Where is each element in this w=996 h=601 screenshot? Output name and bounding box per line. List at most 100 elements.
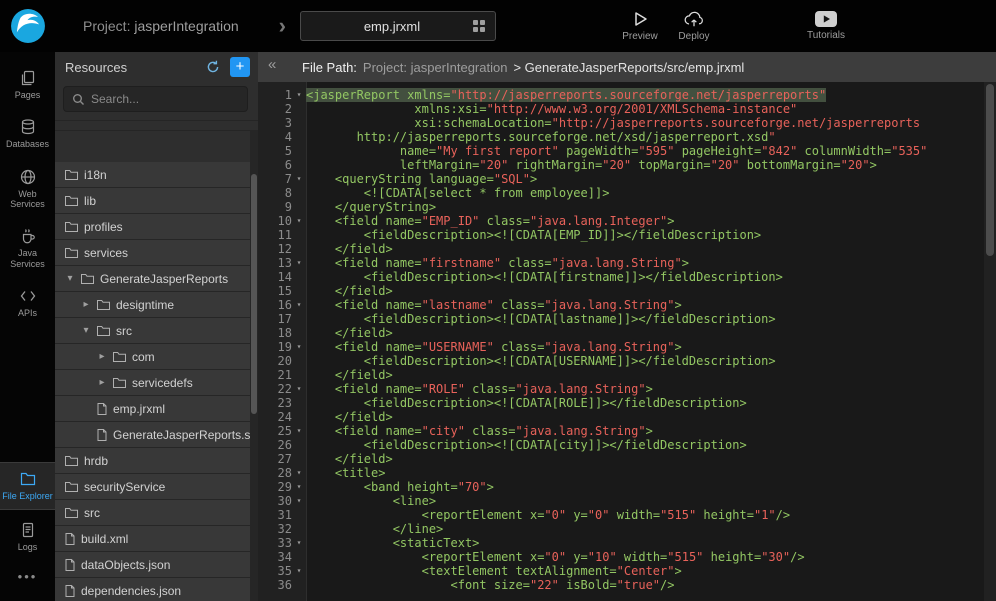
tree-item-generatejasperreports-s[interactable]: GenerateJasperReports.s — [55, 422, 250, 448]
code-line[interactable]: 21 </field> — [258, 368, 996, 382]
code-line[interactable]: 8 <![CDATA[select * from employee]]> — [258, 186, 996, 200]
code-line[interactable]: 17 <fieldDescription><![CDATA[lastname]]… — [258, 312, 996, 326]
fold-toggle-icon[interactable]: ▾ — [292, 256, 306, 270]
code-line[interactable]: 29▾ <band height="70"> — [258, 480, 996, 494]
tree-item-dataobjects-json[interactable]: dataObjects.json — [55, 552, 250, 578]
tree-item-profiles[interactable]: profiles — [55, 214, 250, 240]
caret-down-icon[interactable]: ▾ — [65, 273, 75, 284]
code-text: <font size="22" isBold="true"/> — [306, 578, 674, 592]
code-line[interactable]: 6 leftMargin="20" rightMargin="20" topMa… — [258, 158, 996, 172]
code-line[interactable]: 12 </field> — [258, 242, 996, 256]
code-line[interactable]: 14 <fieldDescription><![CDATA[firstname]… — [258, 270, 996, 284]
fold-toggle-icon[interactable]: ▾ — [292, 172, 306, 186]
grid-view-icon[interactable] — [473, 20, 485, 32]
fold-toggle-icon[interactable]: ▾ — [292, 424, 306, 438]
line-number: 14 — [258, 270, 292, 284]
code-line[interactable]: 11 <fieldDescription><![CDATA[EMP_ID]]><… — [258, 228, 996, 242]
code-line[interactable]: 36 <font size="22" isBold="true"/> — [258, 578, 996, 592]
nav-java-services[interactable]: Java Services — [0, 220, 55, 276]
nav-pages[interactable]: Pages — [0, 62, 55, 107]
editor-scrollbar[interactable] — [984, 82, 996, 601]
code-line[interactable]: 33▾ <staticText> — [258, 536, 996, 550]
tree-scrollbar[interactable] — [250, 130, 258, 601]
deploy-button[interactable]: Deploy — [674, 10, 714, 42]
code-line[interactable]: 35▾ <textElement textAlignment="Center"> — [258, 564, 996, 578]
code-line[interactable]: 23 <fieldDescription><![CDATA[ROLE]]></f… — [258, 396, 996, 410]
code-line[interactable]: 10▾ <field name="EMP_ID" class="java.lan… — [258, 214, 996, 228]
nav-apis[interactable]: APIs — [0, 280, 55, 325]
code-editor[interactable]: 1▾<jasperReport xmlns="http://jasperrepo… — [258, 82, 996, 601]
tutorials-button[interactable]: Tutorials — [806, 11, 846, 41]
open-file-tab[interactable]: emp.jrxml — [300, 11, 496, 41]
code-line[interactable]: 15 </field> — [258, 284, 996, 298]
code-line[interactable]: 3 xsi:schemaLocation="http://jasperrepor… — [258, 116, 996, 130]
code-line[interactable]: 13▾ <field name="firstname" class="java.… — [258, 256, 996, 270]
collapse-panel-icon[interactable]: « — [262, 56, 282, 73]
tree-item-src[interactable]: src — [55, 500, 250, 526]
code-line[interactable]: 32 </line> — [258, 522, 996, 536]
code-line[interactable]: 16▾ <field name="lastname" class="java.l… — [258, 298, 996, 312]
editor-scrollbar-thumb[interactable] — [986, 84, 994, 256]
code-line[interactable]: 20 <fieldDescription><![CDATA[USERNAME]]… — [258, 354, 996, 368]
code-line[interactable]: 1▾<jasperReport xmlns="http://jasperrepo… — [258, 88, 996, 102]
tree-item-securityservice[interactable]: securityService — [55, 474, 250, 500]
tree-item-dependencies-json[interactable]: dependencies.json — [55, 578, 250, 601]
code-line[interactable]: 19▾ <field name="USERNAME" class="java.l… — [258, 340, 996, 354]
tree-item-hrdb[interactable]: hrdb — [55, 448, 250, 474]
fold-toggle-icon[interactable]: ▾ — [292, 480, 306, 494]
code-line[interactable]: 31 <reportElement x="0" y="0" width="515… — [258, 508, 996, 522]
code-line[interactable]: 28▾ <title> — [258, 466, 996, 480]
tree-item-services[interactable]: services — [55, 240, 250, 266]
caret-right-icon[interactable]: ▸ — [97, 351, 107, 362]
fold-toggle-icon[interactable]: ▾ — [292, 494, 306, 508]
code-line[interactable]: 7▾ <queryString language="SQL"> — [258, 172, 996, 186]
fold-toggle-icon[interactable]: ▾ — [292, 564, 306, 578]
tree-item-src[interactable]: ▾src — [55, 318, 250, 344]
tree-item-lib[interactable]: lib — [55, 188, 250, 214]
code-line[interactable]: 27 </field> — [258, 452, 996, 466]
code-line[interactable]: 30▾ <line> — [258, 494, 996, 508]
nav-file-explorer[interactable]: File Explorer — [0, 462, 55, 509]
nav-databases[interactable]: Databases — [0, 111, 55, 156]
fold-toggle-icon[interactable]: ▾ — [292, 382, 306, 396]
line-number: 18 — [258, 326, 292, 340]
nav-logs[interactable]: Logs — [0, 514, 55, 559]
fold-toggle-icon[interactable]: ▾ — [292, 214, 306, 228]
code-line[interactable]: 24 </field> — [258, 410, 996, 424]
caret-right-icon[interactable]: ▸ — [97, 377, 107, 388]
code-line[interactable]: 2 xmlns:xsi="http://www.w3.org/2001/XMLS… — [258, 102, 996, 116]
nav-java-services-label: Java Services — [2, 248, 53, 269]
fold-toggle-icon[interactable]: ▾ — [292, 88, 306, 102]
search-input[interactable] — [91, 92, 239, 106]
tree-item-emp-jrxml[interactable]: emp.jrxml — [55, 396, 250, 422]
code-line[interactable]: 26 <fieldDescription><![CDATA[city]]></f… — [258, 438, 996, 452]
fold-toggle-icon[interactable]: ▾ — [292, 536, 306, 550]
app-logo[interactable] — [0, 8, 55, 44]
code-line[interactable]: 5 name="My first report" pageWidth="595"… — [258, 144, 996, 158]
fold-toggle-icon[interactable]: ▾ — [292, 340, 306, 354]
tree-item-generatejasperreports[interactable]: ▾GenerateJasperReports — [55, 266, 250, 292]
code-line[interactable]: 25▾ <field name="city" class="java.lang.… — [258, 424, 996, 438]
refresh-icon[interactable] — [205, 59, 221, 75]
preview-button[interactable]: Preview — [620, 10, 660, 42]
tree-scrollbar-thumb[interactable] — [251, 174, 257, 414]
line-number: 33 — [258, 536, 292, 550]
tree-item-designtime[interactable]: ▸designtime — [55, 292, 250, 318]
caret-right-icon[interactable]: ▸ — [81, 299, 91, 310]
nav-web-services[interactable]: Web Services — [0, 161, 55, 217]
tree-item-com[interactable]: ▸com — [55, 344, 250, 370]
fold-toggle-icon[interactable]: ▾ — [292, 466, 306, 480]
code-line[interactable]: 34 <reportElement x="0" y="10" width="51… — [258, 550, 996, 564]
tree-item-servicedefs[interactable]: ▸servicedefs — [55, 370, 250, 396]
nav-more-button[interactable]: ••• — [0, 563, 55, 597]
fold-toggle-icon[interactable]: ▾ — [292, 298, 306, 312]
tree-item-build-xml[interactable]: build.xml — [55, 526, 250, 552]
code-line[interactable]: 9 </queryString> — [258, 200, 996, 214]
caret-down-icon[interactable]: ▾ — [81, 325, 91, 336]
tree-item-i18n[interactable]: i18n — [55, 162, 250, 188]
add-resource-button[interactable]: + — [230, 57, 250, 77]
code-line[interactable]: 22▾ <field name="ROLE" class="java.lang.… — [258, 382, 996, 396]
code-line[interactable]: 18 </field> — [258, 326, 996, 340]
code-line[interactable]: 4 http://jasperreports.sourceforge.net/x… — [258, 130, 996, 144]
resources-panel: Resources + i18nlibprofilesservices▾Gene… — [55, 52, 258, 601]
